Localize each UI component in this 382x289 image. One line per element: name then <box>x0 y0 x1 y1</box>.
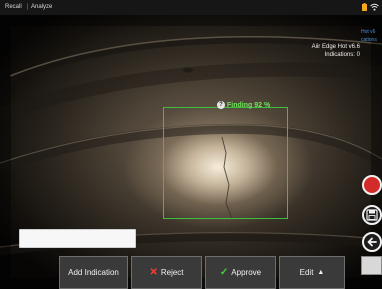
finding-label: ? Finding 92 % <box>217 101 270 111</box>
approve-label: Approve <box>231 268 262 277</box>
edit-label: Edit <box>299 268 314 277</box>
side-panel-link-indications[interactable]: cations <box>361 36 377 44</box>
add-indication-label: Add Indication <box>68 268 119 277</box>
save-button[interactable] <box>362 205 382 225</box>
add-indication-button[interactable]: Add Indication <box>59 256 128 289</box>
checkmark-icon: ✓ <box>219 267 229 278</box>
menu-separator: | <box>27 4 29 10</box>
finding-text: Finding <box>227 102 253 109</box>
help-icon[interactable]: ? <box>217 101 225 110</box>
menu-recall[interactable]: Recall <box>5 0 22 15</box>
battery-icon <box>362 3 367 11</box>
inspection-screen: Recall | Analyze Aiir Edge Hot v6.6 Indi… <box>0 0 382 289</box>
model-name: Aiir Edge Hot v6.6 <box>311 44 360 50</box>
panel-tab[interactable] <box>361 256 382 275</box>
status-bar: Recall | Analyze <box>0 0 382 15</box>
back-arrow-icon <box>367 237 377 247</box>
side-panel-link-model[interactable]: Hot v6 <box>361 28 375 36</box>
approve-button[interactable]: ✓ Approve <box>205 256 276 289</box>
finding-bounding-box[interactable] <box>163 107 288 219</box>
reject-x-icon: ✕ <box>149 267 158 278</box>
wifi-icon <box>370 3 379 11</box>
record-button[interactable] <box>362 175 382 195</box>
note-field[interactable] <box>19 229 136 248</box>
back-button[interactable] <box>362 232 382 252</box>
reject-label: Reject <box>160 268 184 277</box>
model-info: Aiir Edge Hot v6.6 Indications: 0 <box>312 43 360 59</box>
indications-label: Indications: <box>324 52 355 58</box>
indications-count-row: Indications: 0 <box>312 51 360 59</box>
chevron-up-icon: ▲ <box>317 269 325 276</box>
edit-button[interactable]: Edit ▲ <box>279 256 345 289</box>
reject-button[interactable]: ✕ Reject <box>131 256 202 289</box>
save-icon <box>366 209 378 221</box>
indications-count: 0 <box>356 52 360 58</box>
menu-analyze[interactable]: Analyze <box>31 0 52 15</box>
finding-confidence: 92 % <box>254 102 271 109</box>
